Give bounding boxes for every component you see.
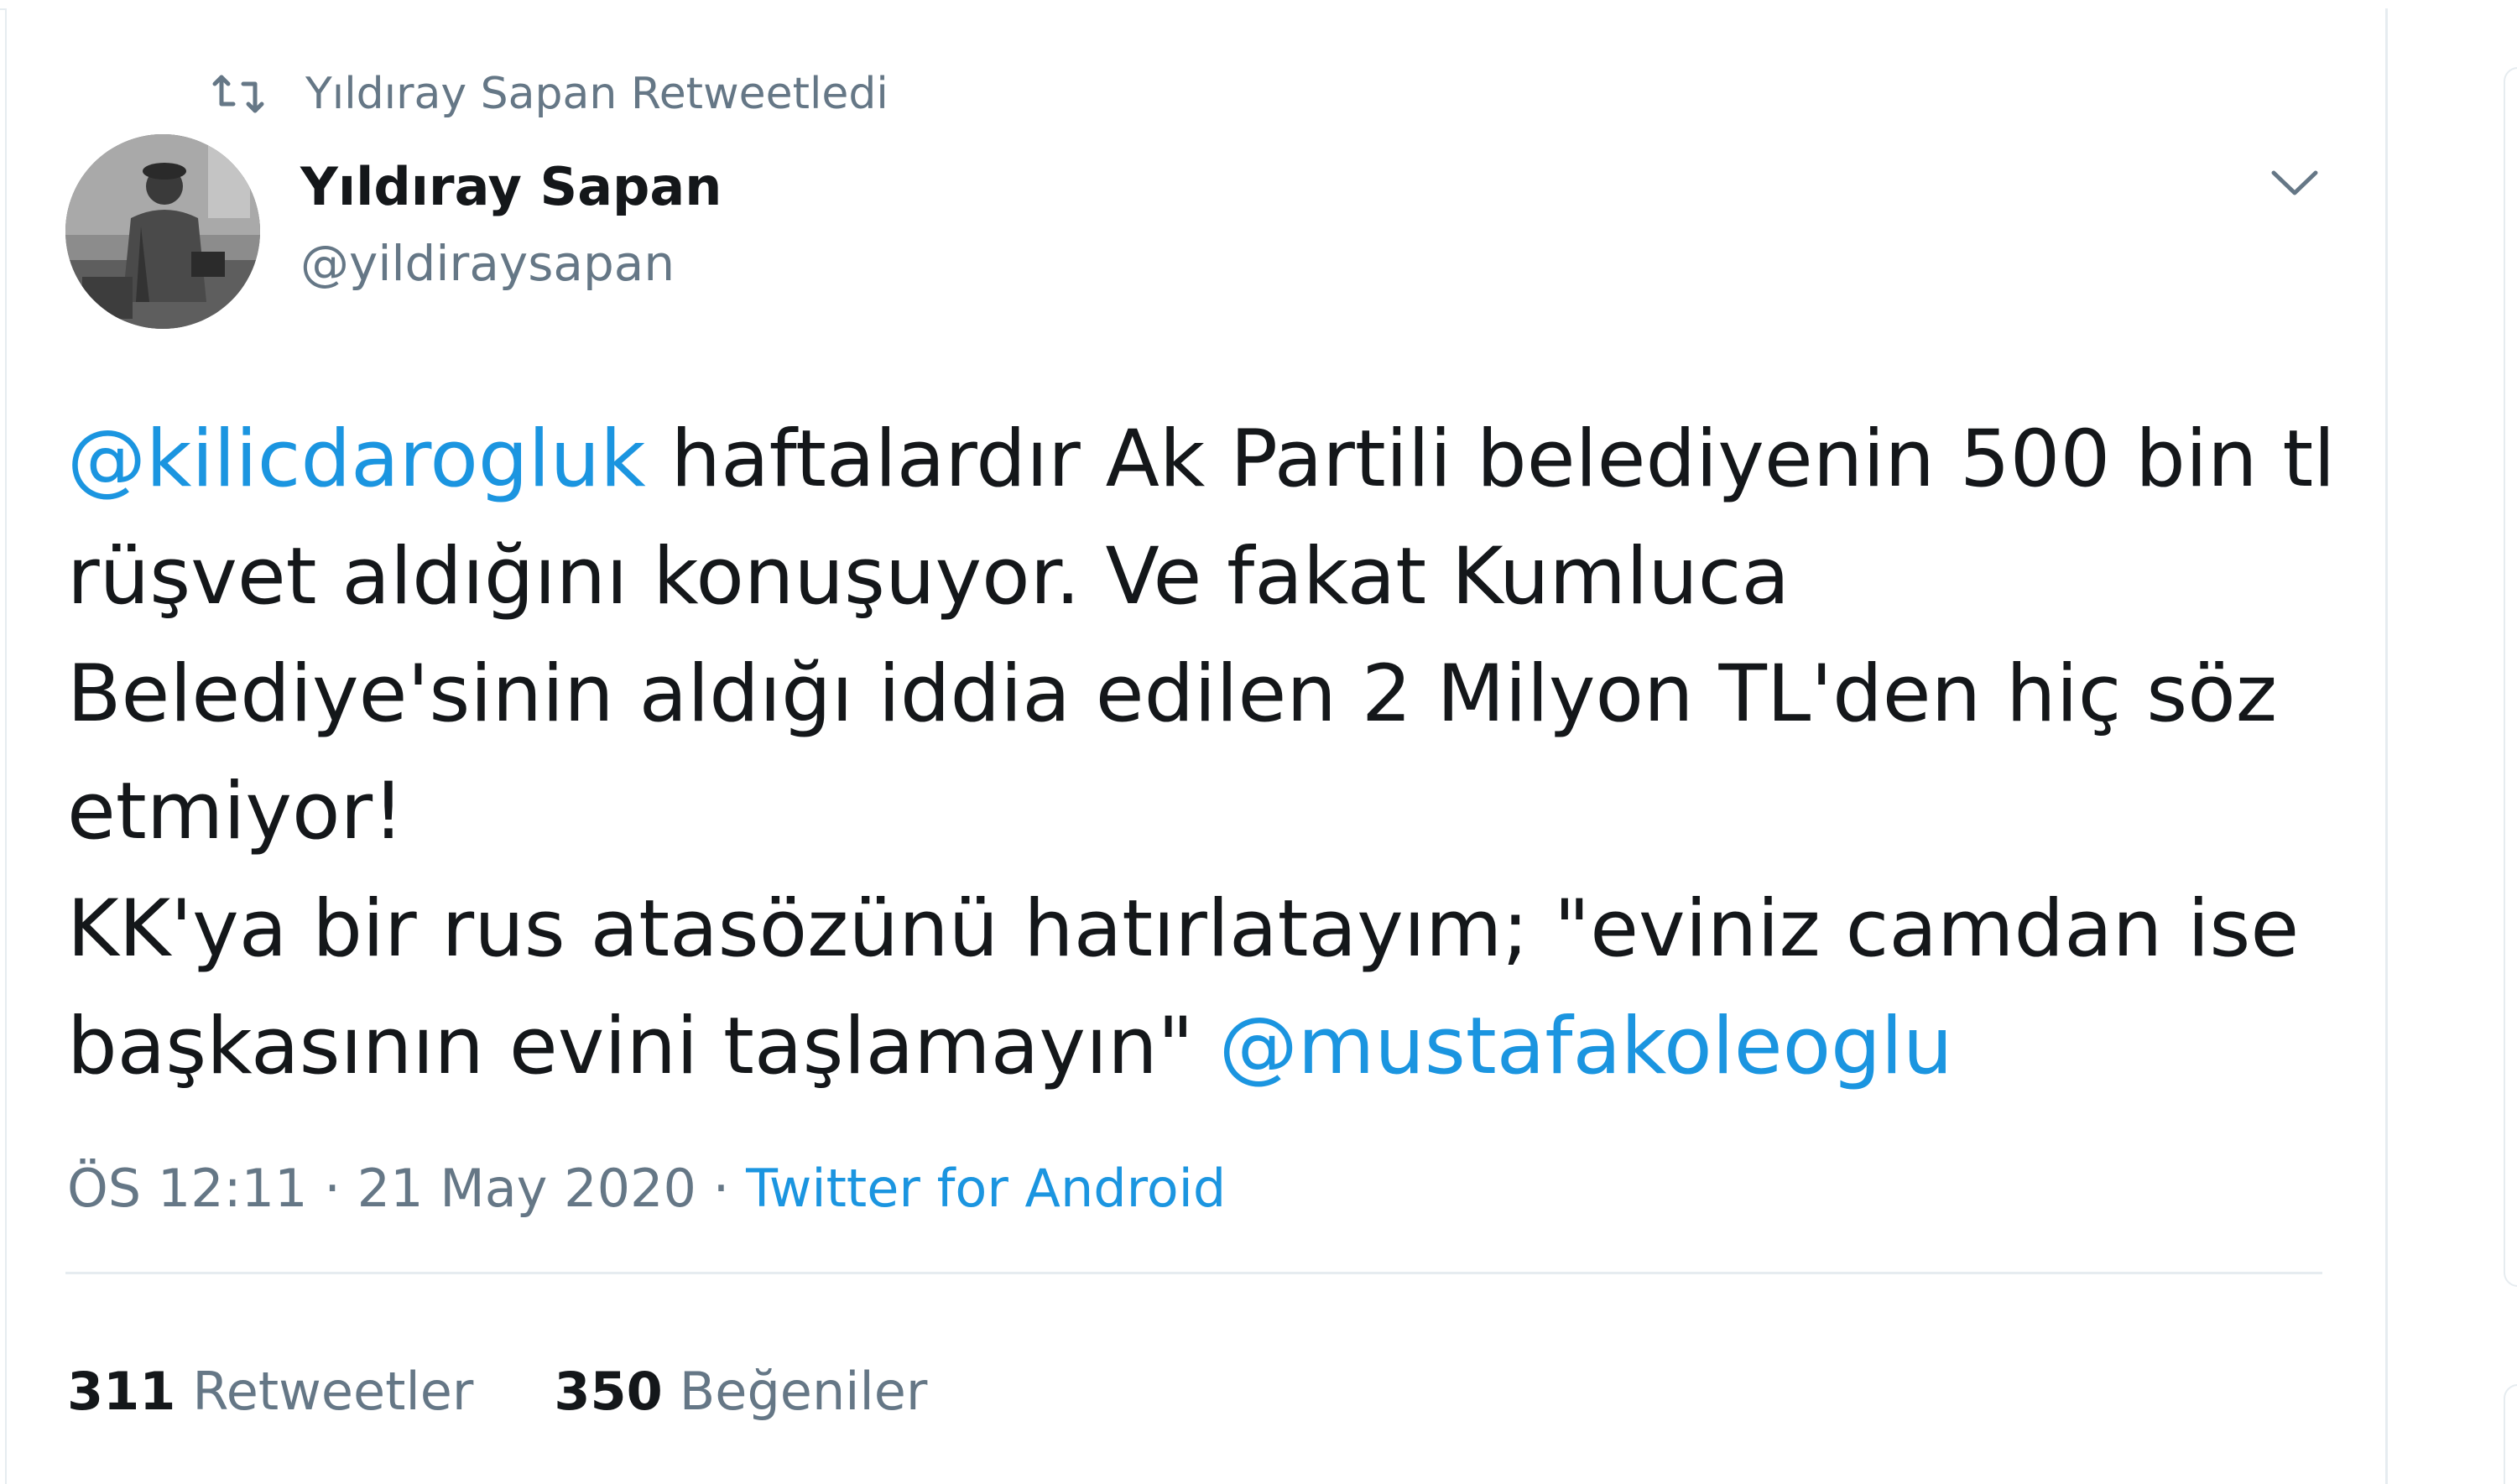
meta-separator: ·	[307, 1158, 357, 1219]
page: Yıldıray Sapan Retweetledi Yıldıray Sapa…	[0, 0, 2517, 1484]
author-handle[interactable]: @yildiraysapan	[300, 235, 675, 292]
tweet-source-link[interactable]: Twitter for Android	[746, 1158, 1226, 1219]
meta-separator: ·	[696, 1158, 747, 1219]
retweet-icon	[208, 69, 268, 119]
tweet-date[interactable]: 21 May 2020	[357, 1158, 696, 1219]
author-name[interactable]: Yıldıray Sapan	[300, 156, 722, 217]
retweets-label: Retweetler	[192, 1361, 474, 1422]
avatar-image	[65, 134, 260, 329]
side-card-edge-lower	[2504, 1384, 2517, 1484]
likes-stat[interactable]: 350 Beğeniler	[554, 1361, 927, 1422]
chevron-down-icon	[2270, 168, 2319, 201]
more-options-button[interactable]	[2265, 159, 2324, 210]
side-card-edge	[2504, 67, 2517, 1287]
likes-count: 350	[554, 1361, 663, 1422]
retweets-count: 311	[67, 1361, 176, 1422]
tweet-text: @kilicdarogluk haftalardır Ak Partili be…	[67, 401, 2349, 1106]
right-gutter	[2387, 0, 2517, 1484]
mention-link[interactable]: @mustafakoleoglu	[1219, 1001, 1953, 1092]
tweet-meta: ÖS 12:11 · 21 May 2020 · Twitter for And…	[67, 1158, 1226, 1219]
tweet-body: haftalardır Ak Partili belediyenin 500 b…	[67, 414, 2336, 1092]
retweet-context[interactable]: Yıldıray Sapan Retweetledi	[208, 60, 889, 128]
mention-link[interactable]: @kilicdarogluk	[67, 414, 646, 505]
avatar[interactable]	[65, 134, 260, 329]
likes-label: Beğeniler	[679, 1361, 928, 1422]
retweets-stat[interactable]: 311 Retweetler	[67, 1361, 473, 1422]
divider	[65, 1272, 2322, 1274]
tweet-stats: 311 Retweetler 350 Beğeniler	[67, 1361, 1008, 1422]
tweet-time[interactable]: ÖS 12:11	[67, 1158, 308, 1219]
retweet-context-label: Yıldıray Sapan Retweetledi	[305, 69, 889, 119]
